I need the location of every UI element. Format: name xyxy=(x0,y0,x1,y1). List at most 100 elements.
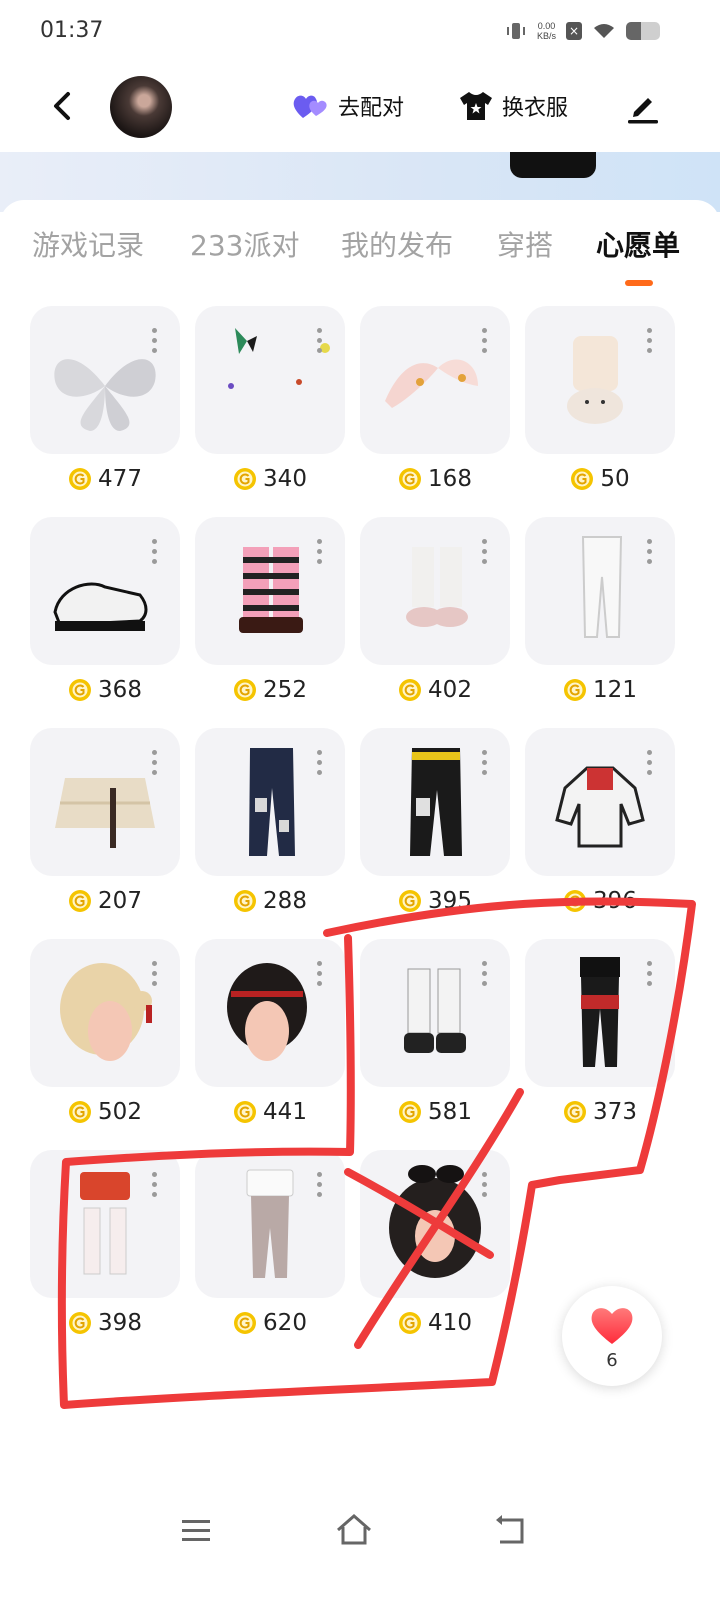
item-thumbnail[interactable] xyxy=(360,728,510,876)
item-price: 396 xyxy=(525,888,675,914)
tab-my-posts[interactable]: 我的发布 xyxy=(341,224,453,264)
net-speed-value: 0.00 xyxy=(537,21,556,31)
price-value: 252 xyxy=(263,677,307,703)
wishlist-item[interactable]: 50 xyxy=(525,306,675,496)
avatar[interactable] xyxy=(110,76,172,138)
tab-game-records[interactable]: 游戏记录 xyxy=(32,224,144,264)
coin-icon xyxy=(399,679,422,701)
edit-pen-icon[interactable] xyxy=(626,90,660,124)
wishlist-item[interactable]: 410 xyxy=(360,1150,510,1340)
home-icon[interactable] xyxy=(334,1510,374,1550)
more-options-icon[interactable] xyxy=(647,961,653,987)
more-options-icon[interactable] xyxy=(317,750,323,776)
wishlist-item[interactable]: 477 xyxy=(30,306,180,496)
wishlist-item[interactable]: 620 xyxy=(195,1150,345,1340)
more-options-icon[interactable] xyxy=(482,961,488,987)
item-thumbnail[interactable] xyxy=(195,728,345,876)
change-outfit-label: 换衣服 xyxy=(502,96,569,121)
more-options-icon[interactable] xyxy=(647,750,653,776)
wishlist-item[interactable]: 121 xyxy=(525,517,675,707)
price-value: 396 xyxy=(593,888,637,914)
item-thumbnail[interactable] xyxy=(195,517,345,665)
wishlist-item[interactable]: 581 xyxy=(360,939,510,1129)
item-price: 373 xyxy=(525,1099,675,1125)
coin-icon xyxy=(234,1101,257,1123)
more-options-icon[interactable] xyxy=(482,539,488,565)
tab-outfits[interactable]: 穿搭 xyxy=(497,224,553,264)
item-thumbnail[interactable] xyxy=(360,939,510,1087)
match-button[interactable]: 去配对 xyxy=(292,90,404,122)
item-thumbnail[interactable] xyxy=(30,1150,180,1298)
coin-icon xyxy=(69,468,92,490)
more-options-icon[interactable] xyxy=(647,539,653,565)
item-thumbnail[interactable] xyxy=(30,306,180,454)
system-nav-bar xyxy=(0,1490,720,1570)
item-thumbnail[interactable] xyxy=(525,306,675,454)
item-thumbnail[interactable] xyxy=(30,728,180,876)
hearts-icon xyxy=(293,95,327,118)
item-thumbnail[interactable] xyxy=(195,1150,345,1298)
more-options-icon[interactable] xyxy=(152,1172,158,1198)
profile-header: 去配对 换衣服 xyxy=(0,68,720,152)
wishlist-item[interactable]: 207 xyxy=(30,728,180,918)
wishlist-item[interactable]: 441 xyxy=(195,939,345,1129)
menu-icon[interactable] xyxy=(176,1510,216,1550)
more-options-icon[interactable] xyxy=(152,961,158,987)
wishlist-item[interactable]: 168 xyxy=(360,306,510,496)
item-thumbnail[interactable] xyxy=(525,939,675,1087)
item-price: 368 xyxy=(30,677,180,703)
item-thumbnail[interactable] xyxy=(360,1150,510,1298)
net-speed: 0.00 KB/s xyxy=(537,21,556,41)
item-price: 402 xyxy=(360,677,510,703)
back-nav-icon[interactable] xyxy=(490,1510,530,1550)
more-options-icon[interactable] xyxy=(152,539,158,565)
item-thumbnail[interactable] xyxy=(195,939,345,1087)
wishlist-item[interactable]: 373 xyxy=(525,939,675,1129)
coin-icon xyxy=(399,890,422,912)
back-arrow-icon[interactable] xyxy=(42,86,82,126)
more-options-icon[interactable] xyxy=(482,1172,488,1198)
more-options-icon[interactable] xyxy=(152,328,158,354)
wishlist-item[interactable]: 402 xyxy=(360,517,510,707)
wishlist-item[interactable]: 252 xyxy=(195,517,345,707)
status-bar: 01:37 0.00 KB/s × xyxy=(0,0,720,64)
wifi-icon xyxy=(594,24,614,38)
tab-233-party[interactable]: 233派对 xyxy=(190,224,299,264)
wishlist-item[interactable]: 396 xyxy=(525,728,675,918)
price-value: 395 xyxy=(428,888,472,914)
wishlist-item[interactable]: 340 xyxy=(195,306,345,496)
more-options-icon[interactable] xyxy=(647,328,653,354)
item-thumbnail[interactable] xyxy=(360,306,510,454)
change-outfit-button[interactable]: 换衣服 xyxy=(458,90,568,122)
match-label: 去配对 xyxy=(338,96,405,121)
item-thumbnail[interactable] xyxy=(525,517,675,665)
more-options-icon[interactable] xyxy=(482,328,488,354)
favorites-button[interactable]: 6 xyxy=(562,1286,662,1386)
more-options-icon[interactable] xyxy=(317,1172,323,1198)
price-value: 441 xyxy=(263,1099,307,1125)
item-thumbnail[interactable] xyxy=(360,517,510,665)
item-price: 121 xyxy=(525,677,675,703)
wishlist-item[interactable]: 502 xyxy=(30,939,180,1129)
banner-decoration xyxy=(510,152,596,178)
wishlist-item[interactable]: 395 xyxy=(360,728,510,918)
no-sim-icon: × xyxy=(566,22,582,40)
item-thumbnail[interactable] xyxy=(30,939,180,1087)
more-options-icon[interactable] xyxy=(317,961,323,987)
price-value: 121 xyxy=(593,677,637,703)
more-options-icon[interactable] xyxy=(152,750,158,776)
favorites-count: 6 xyxy=(606,1350,618,1371)
item-thumbnail[interactable] xyxy=(525,728,675,876)
wishlist-item[interactable]: 398 xyxy=(30,1150,180,1340)
wishlist-item[interactable]: 368 xyxy=(30,517,180,707)
item-thumbnail[interactable] xyxy=(30,517,180,665)
more-options-icon[interactable] xyxy=(317,539,323,565)
price-value: 288 xyxy=(263,888,307,914)
more-options-icon[interactable] xyxy=(317,328,323,354)
more-options-icon[interactable] xyxy=(482,750,488,776)
wishlist-item[interactable]: 288 xyxy=(195,728,345,918)
tab-wishlist[interactable]: 心愿单 xyxy=(596,224,680,264)
price-value: 620 xyxy=(263,1310,307,1336)
price-value: 477 xyxy=(98,466,142,492)
item-thumbnail[interactable] xyxy=(195,306,345,454)
